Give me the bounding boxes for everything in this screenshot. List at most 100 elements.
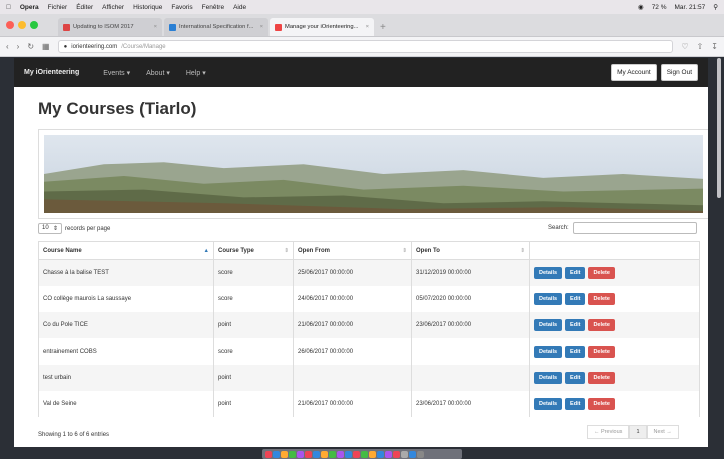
nav-about[interactable]: About ▾ (146, 69, 170, 77)
minimize-window-icon[interactable] (18, 21, 26, 29)
details-button[interactable]: Details (534, 266, 563, 279)
dock-app-icon[interactable] (337, 450, 344, 458)
col-open-to[interactable]: Open To ⇕ (411, 241, 530, 260)
browser-tabbar: Updating to ISOM 2017 × International Sp… (0, 14, 724, 37)
details-button[interactable]: Details (534, 371, 563, 384)
delete-button[interactable]: Delete (588, 319, 615, 332)
bookmark-icon[interactable]: ♡ (681, 42, 688, 51)
col-course-type[interactable]: Course Type ⇕ (213, 241, 294, 260)
course-name-cell: CO collège maurois La saussaye (38, 285, 214, 313)
zoom-window-icon[interactable] (30, 21, 38, 29)
dock-app-icon[interactable] (345, 450, 352, 458)
col-open-from[interactable]: Open From ⇕ (293, 241, 412, 260)
edit-button[interactable]: Edit (565, 345, 586, 358)
new-tab-button[interactable]: + (380, 22, 386, 33)
reload-icon[interactable]: ↻ (27, 42, 34, 51)
app-menu[interactable]: Opera (20, 4, 39, 11)
dock-app-icon[interactable] (377, 450, 384, 458)
close-window-icon[interactable] (6, 21, 14, 29)
next-page-button[interactable]: Next → (646, 425, 679, 439)
dock-app-icon[interactable] (401, 450, 408, 458)
clock[interactable]: Mar. 21:57 (675, 4, 706, 11)
details-button[interactable]: Details (534, 292, 563, 305)
dock-app-icon[interactable] (281, 450, 288, 458)
menu-aide[interactable]: Aide (233, 4, 246, 11)
actions-cell: Details Edit Delete (529, 338, 700, 365)
menu-afficher[interactable]: Afficher (102, 4, 124, 11)
col-course-name[interactable]: Course Name ▲ (38, 241, 214, 260)
row-actions: Details Edit Delete (534, 371, 695, 384)
site-navbar: My iOrienteering Events ▾ About ▾ Help ▾… (14, 58, 708, 87)
trash-icon[interactable] (417, 450, 424, 458)
details-button[interactable]: Details (534, 398, 563, 411)
dock-app-icon[interactable] (313, 450, 320, 458)
nav-events[interactable]: Events ▾ (103, 69, 130, 77)
dock-app-icon[interactable] (353, 450, 360, 458)
my-account-button[interactable]: My Account (611, 64, 657, 81)
dock-app-icon[interactable] (409, 450, 416, 458)
row-actions: Details Edit Delete (534, 398, 695, 411)
delete-button[interactable]: Delete (588, 371, 615, 384)
dock-app-icon[interactable] (265, 450, 272, 458)
tab-manage[interactable]: Manage your iOrienteering... × (270, 18, 374, 36)
per-page-select[interactable]: 10 ⇕ (38, 223, 62, 234)
forward-icon[interactable]: › (17, 42, 20, 51)
dock-app-icon[interactable] (393, 450, 400, 458)
close-tab-icon[interactable]: × (154, 24, 157, 30)
window-controls (6, 21, 38, 29)
url-field[interactable]: ● iorienteering.com/Course/Manage (57, 40, 674, 53)
tab-isom[interactable]: Updating to ISOM 2017 × (58, 18, 162, 36)
apple-icon[interactable]:  (6, 4, 11, 11)
battery-level[interactable]: 72 % (652, 4, 667, 11)
delete-button[interactable]: Delete (588, 292, 615, 305)
dock-app-icon[interactable] (369, 450, 376, 458)
edit-button[interactable]: Edit (565, 292, 586, 305)
back-icon[interactable]: ‹ (6, 42, 9, 51)
delete-button[interactable]: Delete (588, 398, 615, 411)
open-to-cell (411, 364, 530, 391)
dock-app-icon[interactable] (321, 450, 328, 458)
close-tab-icon[interactable]: × (366, 24, 369, 30)
search-area: Search: (548, 222, 697, 234)
share-icon[interactable]: ⇧ (697, 42, 704, 51)
wifi-icon[interactable]: ◉ (638, 3, 644, 11)
edit-button[interactable]: Edit (565, 319, 586, 332)
search-input[interactable] (572, 222, 697, 234)
delete-button[interactable]: Delete (588, 266, 615, 279)
dock-app-icon[interactable] (361, 450, 368, 458)
nav-help[interactable]: Help ▾ (186, 69, 206, 77)
edit-button[interactable]: Edit (565, 266, 586, 279)
menu-favoris[interactable]: Favoris (171, 4, 192, 11)
dock-app-icon[interactable] (273, 450, 280, 458)
tab-spec[interactable]: International Specification f... × (164, 18, 268, 36)
close-tab-icon[interactable]: × (260, 24, 263, 30)
menu-fenetre[interactable]: Fenêtre (202, 4, 224, 11)
dock-app-icon[interactable] (305, 450, 312, 458)
menu-editer[interactable]: Éditer (76, 4, 93, 11)
page-1-button[interactable]: 1 (629, 425, 647, 439)
menu-historique[interactable]: Historique (133, 4, 162, 11)
edit-button[interactable]: Edit (565, 371, 586, 384)
details-button[interactable]: Details (534, 345, 563, 358)
open-from-cell: 21/06/2017 00:00:00 (293, 390, 412, 418)
actions-cell: Details Edit Delete (529, 364, 700, 391)
dock-app-icon[interactable] (385, 450, 392, 458)
dock-app-icon[interactable] (289, 450, 296, 458)
download-icon[interactable]: ↧ (711, 42, 718, 51)
details-button[interactable]: Details (534, 319, 563, 332)
dock-app-icon[interactable] (297, 450, 304, 458)
per-page-value: 10 (42, 225, 49, 231)
prev-page-button[interactable]: ← Previous (587, 425, 630, 439)
brand-link[interactable]: My iOrienteering (24, 69, 79, 76)
col-actions (529, 241, 700, 260)
grid-icon[interactable]: ▦ (42, 42, 50, 51)
search-icon[interactable]: ⚲ (713, 3, 718, 11)
menu-fichier[interactable]: Fichier (48, 4, 68, 11)
page-scrollbar[interactable] (717, 58, 721, 198)
edit-button[interactable]: Edit (565, 398, 586, 411)
sign-out-button[interactable]: Sign Out (660, 64, 698, 81)
delete-button[interactable]: Delete (588, 345, 615, 358)
sort-asc-icon: ▲ (203, 247, 209, 254)
open-to-cell: 05/07/2020 00:00:00 (411, 285, 530, 313)
dock-app-icon[interactable] (329, 450, 336, 458)
